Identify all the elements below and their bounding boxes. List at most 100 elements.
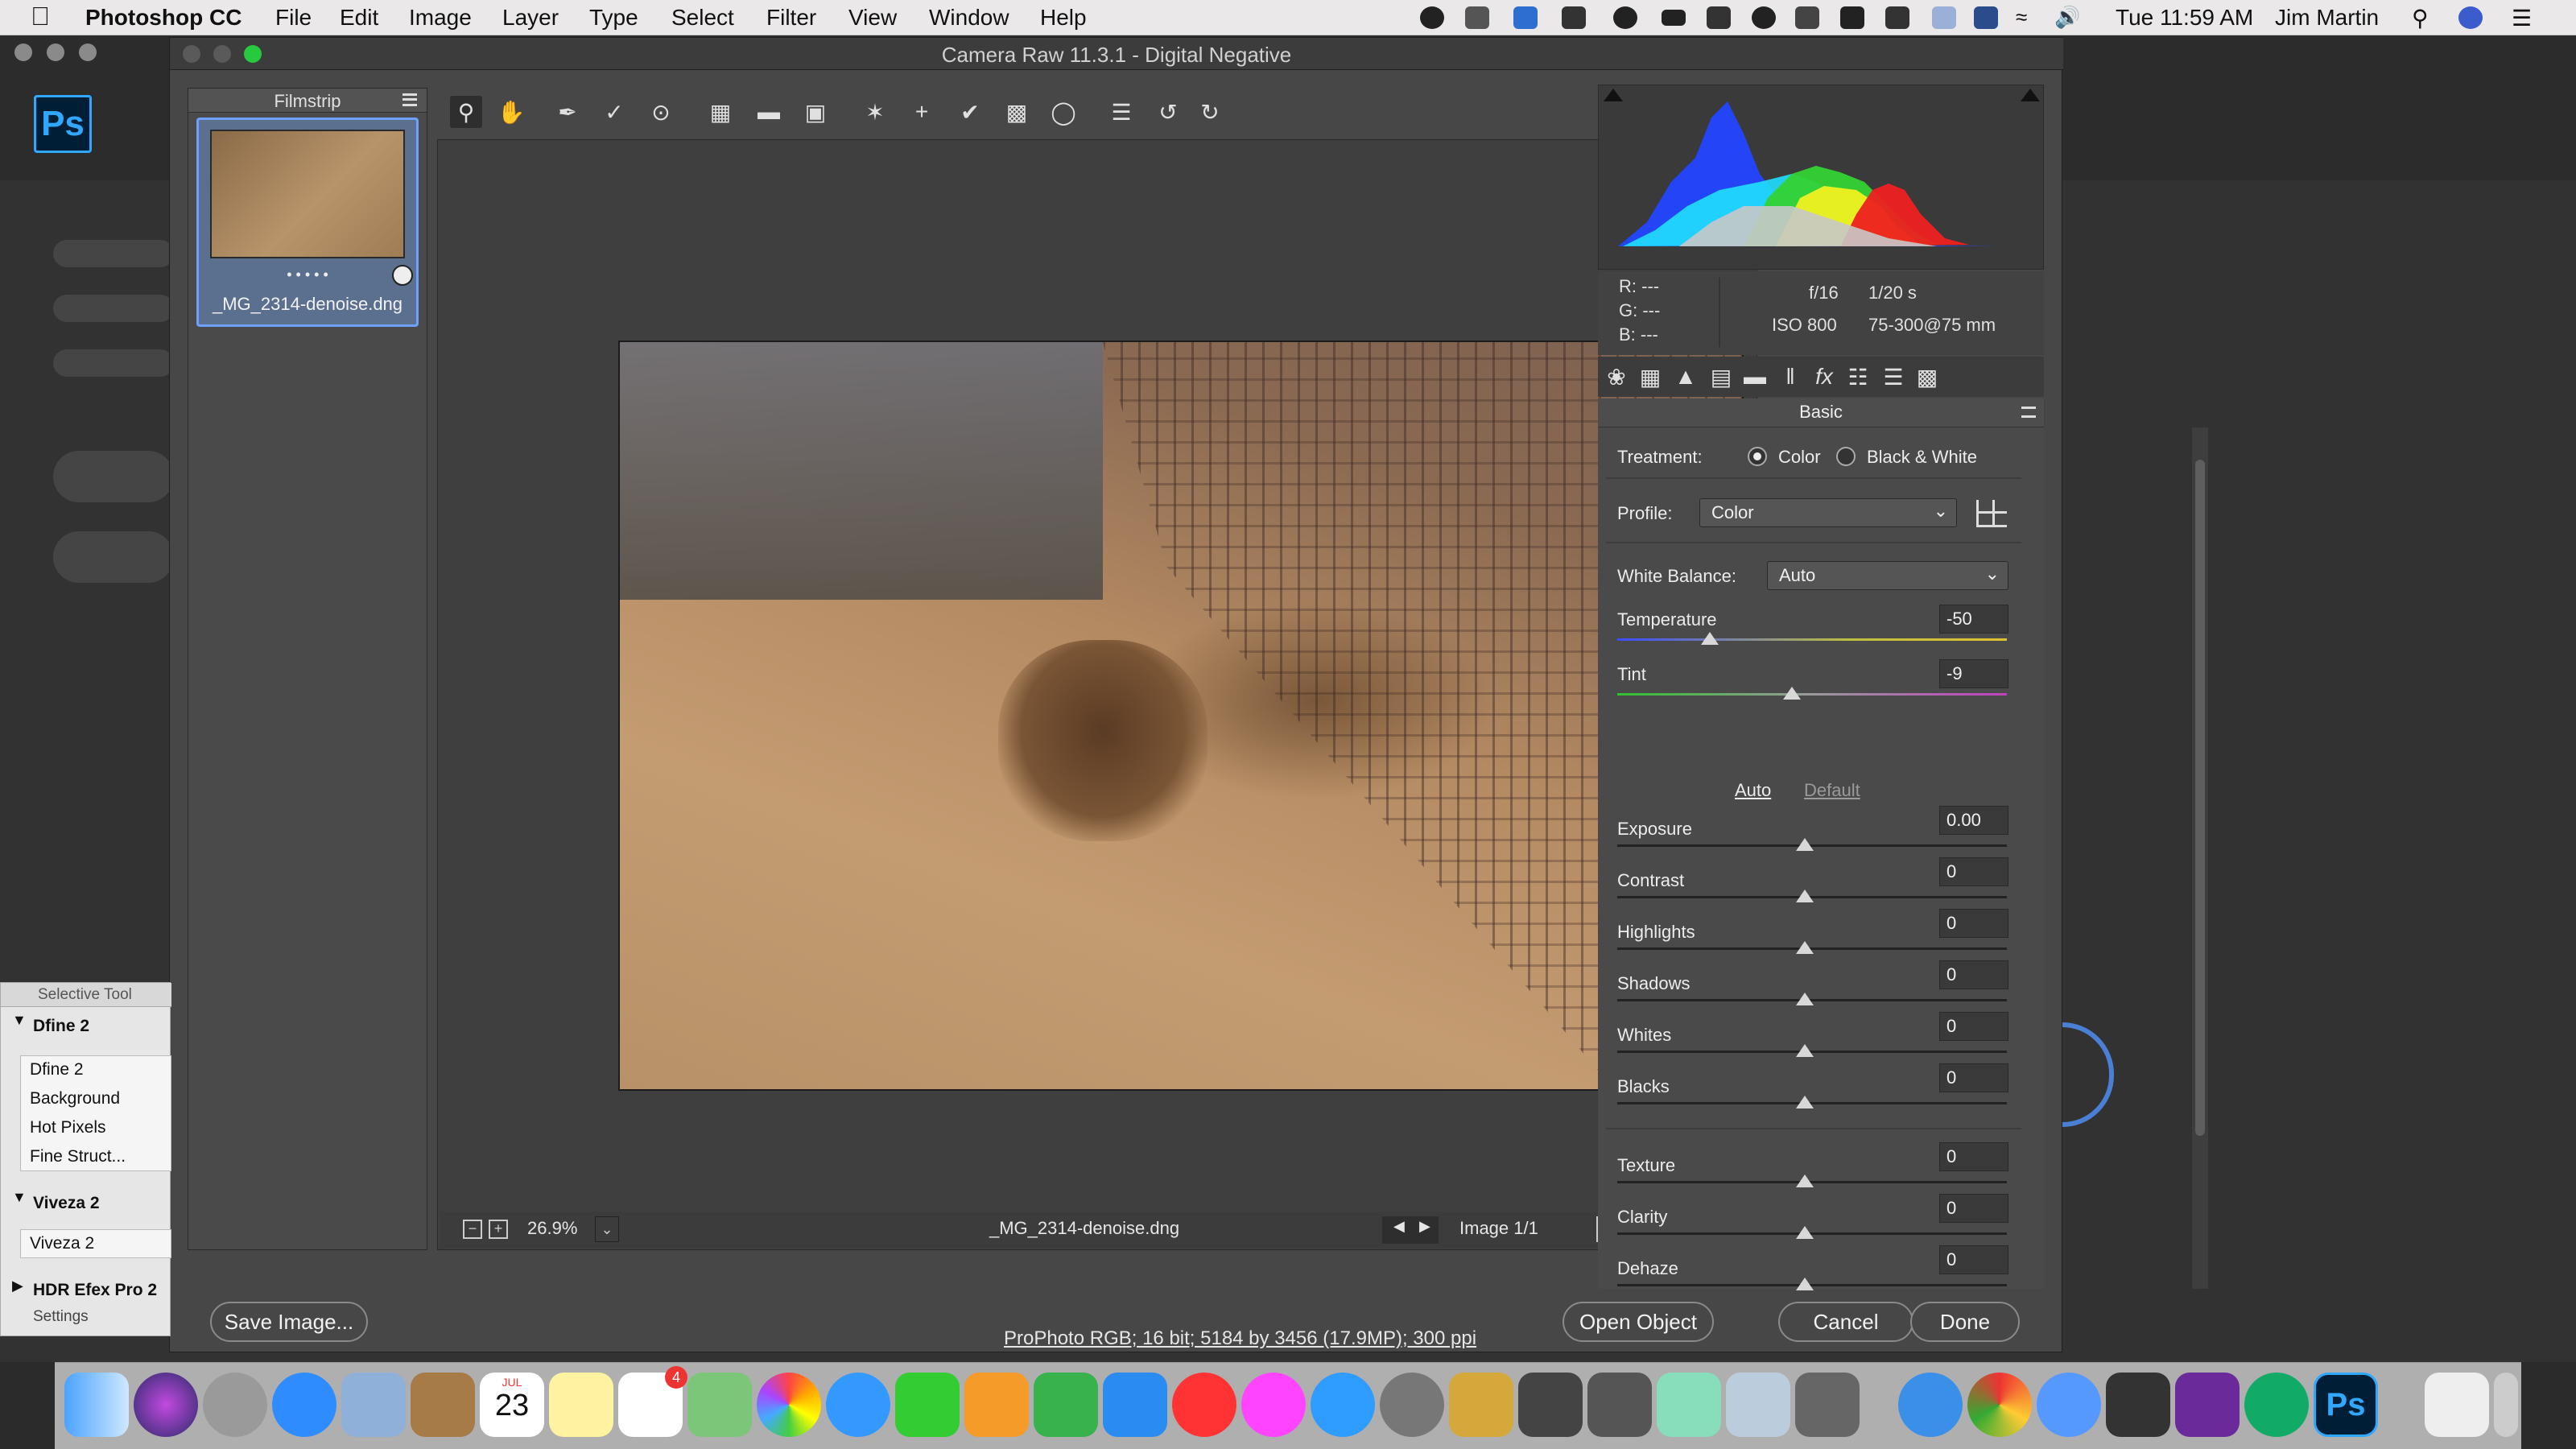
siri-icon[interactable] xyxy=(134,1373,198,1437)
workflow-options-link[interactable]: ProPhoto RGB; 16 bit; 5184 by 3456 (17.9… xyxy=(1004,1327,1476,1350)
whites-value[interactable]: 0 xyxy=(1939,1012,2008,1041)
filmstrip-menu-icon[interactable] xyxy=(402,93,417,106)
menu-select[interactable]: Select xyxy=(671,5,734,31)
cancel-button[interactable]: Cancel xyxy=(1778,1302,1913,1342)
rotate-left-icon[interactable]: ↺ xyxy=(1152,96,1184,128)
zoom-tool-icon[interactable]: ⚲ xyxy=(450,96,482,128)
shadows-slider-thumb[interactable] xyxy=(1796,993,1814,1005)
default-link[interactable]: Default xyxy=(1804,780,1860,801)
apple-icon[interactable]:  xyxy=(31,2,50,31)
app-icon[interactable] xyxy=(1726,1373,1790,1437)
temperature-value[interactable]: -50 xyxy=(1939,605,2008,634)
menu-clock[interactable]: Tue 11:59 AM xyxy=(2116,5,2253,31)
display-icon[interactable] xyxy=(1662,10,1686,26)
radial-filter-icon[interactable]: ◯ xyxy=(1047,96,1080,128)
preview-photo[interactable] xyxy=(618,341,1744,1091)
graduated-filter-icon[interactable]: ▩ xyxy=(1001,96,1033,128)
temperature-slider-thumb[interactable] xyxy=(1701,632,1719,645)
viveza-item[interactable]: Viveza 2 xyxy=(30,1234,94,1253)
disclosure-triangle-icon[interactable]: ▼ xyxy=(12,1012,27,1029)
crop-tool-icon[interactable]: ▦ xyxy=(704,96,737,128)
fine-structure-item[interactable]: Fine Struct... xyxy=(30,1147,126,1166)
tint-value[interactable]: -9 xyxy=(1939,659,2008,688)
profile-browser-icon[interactable] xyxy=(1976,500,2007,527)
contrast-value[interactable]: 0 xyxy=(1939,857,2008,886)
blacks-value[interactable]: 0 xyxy=(1939,1063,2008,1092)
presets-tab-icon[interactable]: ☰ xyxy=(1880,363,1907,390)
menu-view[interactable]: View xyxy=(848,5,897,31)
contrast-slider-thumb[interactable] xyxy=(1796,890,1814,902)
panel-menu-icon[interactable] xyxy=(2021,407,2036,418)
texture-value[interactable]: 0 xyxy=(1939,1142,2008,1171)
system-preferences-icon[interactable] xyxy=(1380,1373,1444,1437)
menu-image[interactable]: Image xyxy=(409,5,472,31)
photoshop-icon[interactable]: Ps xyxy=(2314,1373,2378,1437)
wifi-icon[interactable]: ≈ xyxy=(2016,5,2027,30)
ps-zoom-icon[interactable] xyxy=(79,43,97,61)
red-eye-icon[interactable]: + xyxy=(906,96,938,128)
check-icon[interactable] xyxy=(1465,6,1489,29)
app-icon[interactable] xyxy=(2037,1373,2101,1437)
creative-cloud-icon[interactable] xyxy=(1562,6,1586,29)
menu-file[interactable]: File xyxy=(275,5,312,31)
menu-filter[interactable]: Filter xyxy=(766,5,816,31)
zoom-out-icon[interactable]: − xyxy=(463,1220,482,1239)
menu-edit[interactable]: Edit xyxy=(340,5,378,31)
texture-slider-thumb[interactable] xyxy=(1796,1174,1814,1187)
hdr-header[interactable]: HDR Efex Pro 2 xyxy=(33,1281,157,1300)
app-icon[interactable] xyxy=(1518,1373,1583,1437)
rotate-right-icon[interactable]: ↻ xyxy=(1194,96,1226,128)
tools-icon[interactable] xyxy=(1707,6,1731,29)
spotlight-icon[interactable]: ⚲ xyxy=(2412,5,2429,31)
photos-icon[interactable] xyxy=(757,1373,821,1437)
preview-icon[interactable] xyxy=(341,1373,406,1437)
menu-app-name[interactable]: Photoshop CC xyxy=(85,5,242,31)
menu-user[interactable]: Jim Martin xyxy=(2275,5,2379,31)
appstore-icon[interactable] xyxy=(1311,1373,1375,1437)
scrollbar-thumb[interactable] xyxy=(2195,460,2205,1136)
volume-icon[interactable]: 🔊 xyxy=(2054,5,2080,30)
ps-minimize-icon[interactable] xyxy=(47,43,64,61)
rating-dots[interactable]: • • • • • xyxy=(199,266,416,283)
profile-select[interactable]: Color ⌄ xyxy=(1699,498,1957,527)
shadows-value[interactable]: 0 xyxy=(1939,960,2008,989)
panel-scrollbar[interactable] xyxy=(2192,427,2208,1289)
viveza-header[interactable]: Viveza 2 xyxy=(33,1194,100,1213)
archive-icon[interactable] xyxy=(1449,1373,1513,1437)
blacks-slider-thumb[interactable] xyxy=(1796,1096,1814,1108)
safari-icon[interactable] xyxy=(272,1373,336,1437)
tint-track[interactable] xyxy=(1617,693,2007,696)
app-icon[interactable] xyxy=(2106,1373,2170,1437)
menu-help[interactable]: Help xyxy=(1040,5,1087,31)
treatment-color-radio[interactable] xyxy=(1748,447,1767,466)
disclosure-triangle-icon[interactable]: ▶ xyxy=(12,1278,23,1294)
maps-icon[interactable] xyxy=(687,1373,752,1437)
dfine-item[interactable]: Dfine 2 xyxy=(30,1060,84,1080)
launchpad-icon[interactable] xyxy=(203,1373,267,1437)
hand-tool-icon[interactable]: ✋ xyxy=(495,96,527,128)
numbers-icon[interactable] xyxy=(1034,1373,1098,1437)
exposure-value[interactable]: 0.00 xyxy=(1939,806,2008,835)
treatment-bw-radio[interactable] xyxy=(1836,447,1856,466)
disclosure-triangle-icon[interactable]: ▼ xyxy=(12,1189,27,1206)
circle-icon[interactable] xyxy=(1752,6,1776,29)
treatment-color-label[interactable]: Color xyxy=(1778,447,1821,468)
facetime-icon[interactable] xyxy=(895,1373,960,1437)
settings-label[interactable]: Settings xyxy=(33,1308,89,1326)
whites-slider-thumb[interactable] xyxy=(1796,1044,1814,1057)
auto-link[interactable]: Auto xyxy=(1735,780,1771,801)
straighten-tool-icon[interactable]: ▬ xyxy=(753,96,785,128)
backup-icon[interactable] xyxy=(1974,6,1998,29)
transform-tool-icon[interactable]: ▣ xyxy=(799,96,832,128)
dehaze-slider-thumb[interactable] xyxy=(1796,1278,1814,1290)
next-image-icon[interactable]: ▶ xyxy=(1419,1218,1430,1235)
chrome-icon[interactable] xyxy=(1967,1373,2032,1437)
document-icon[interactable] xyxy=(2425,1373,2489,1437)
exposure-slider-thumb[interactable] xyxy=(1796,838,1814,851)
color-sampler-icon[interactable]: ✓ xyxy=(598,96,630,128)
lens-corrections-tab-icon[interactable]: ‖ xyxy=(1777,363,1804,390)
pages-icon[interactable] xyxy=(964,1373,1029,1437)
globe-icon[interactable] xyxy=(1613,6,1637,29)
spot-removal-icon[interactable]: ✶ xyxy=(859,96,891,128)
filmstrip-thumbnail[interactable]: • • • • • _MG_2314-denoise.dng xyxy=(196,118,419,327)
